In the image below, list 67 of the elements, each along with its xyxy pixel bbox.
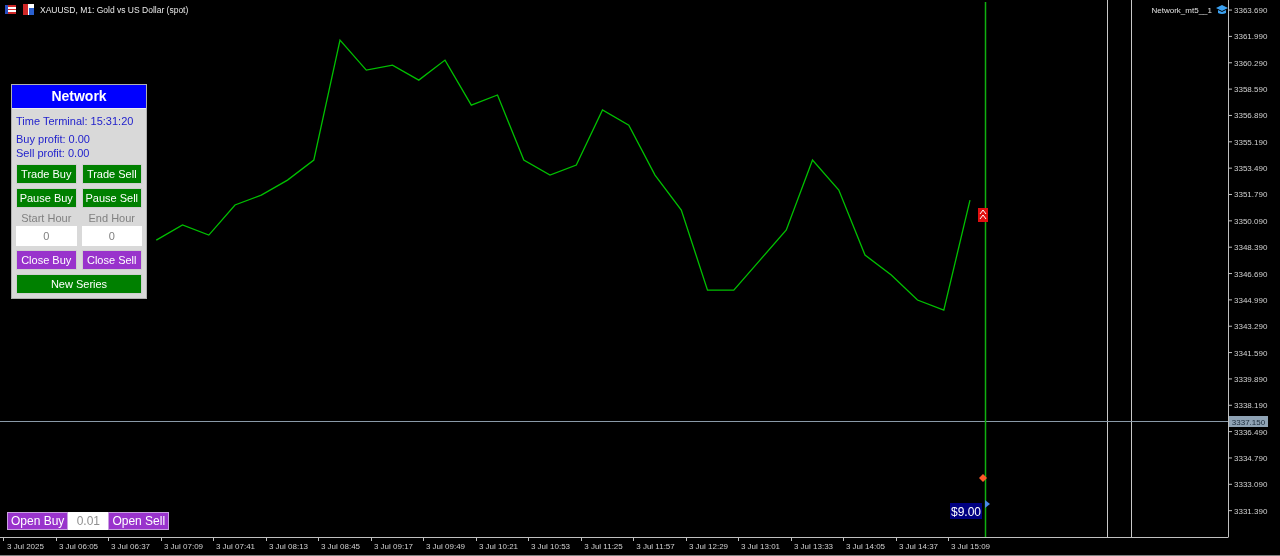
price-label: 3346.690 bbox=[1234, 269, 1268, 279]
panel-button[interactable]: Close Sell bbox=[81, 250, 142, 270]
price-label: 3353.490 bbox=[1234, 164, 1268, 174]
time-label: 3 Jul 07:41 bbox=[215, 542, 256, 551]
time-label: 3 Jul 13:33 bbox=[793, 542, 834, 551]
price-label: 3350.090 bbox=[1234, 216, 1268, 226]
time-label: 3 Jul 2025 bbox=[7, 542, 44, 551]
hour-field[interactable]: 0 bbox=[16, 226, 77, 246]
panel-button[interactable]: Trade Sell bbox=[81, 164, 142, 184]
field-label: Start Hour bbox=[21, 212, 72, 224]
price-label: 3361.990 bbox=[1234, 32, 1268, 42]
expert-name: Network_mt5__1 bbox=[1151, 6, 1212, 15]
field-label: End Hour bbox=[88, 212, 135, 224]
price-label: 3356.890 bbox=[1234, 111, 1268, 121]
time-label: 3 Jul 15:09 bbox=[950, 542, 991, 551]
time-label: 3 Jul 10:21 bbox=[478, 542, 519, 551]
price-label: 3341.590 bbox=[1234, 348, 1268, 358]
arrow-icon bbox=[985, 500, 990, 508]
time-label: 3 Jul 11:25 bbox=[584, 542, 623, 551]
time-label: 3 Jul 07:09 bbox=[163, 542, 204, 551]
time-label: 3 Jul 13:01 bbox=[740, 542, 781, 551]
table-icon bbox=[5, 5, 16, 14]
price-label: 3363.690 bbox=[1234, 6, 1268, 16]
price-label: 3358.590 bbox=[1234, 85, 1268, 95]
price-label: 3348.390 bbox=[1234, 243, 1268, 253]
arrow-icon bbox=[978, 208, 988, 222]
sell-profit: Sell profit: 0.00 bbox=[16, 146, 91, 160]
price-label: 3331.390 bbox=[1234, 506, 1268, 516]
lot-field[interactable]: 0.01 bbox=[68, 512, 109, 530]
price-label: 3343.290 bbox=[1234, 322, 1268, 332]
open-buy-button[interactable]: Open Buy bbox=[7, 512, 69, 530]
price-label: 3336.490 bbox=[1234, 427, 1268, 437]
price-label: 3360.290 bbox=[1234, 58, 1268, 68]
price-label: 3333.090 bbox=[1234, 480, 1268, 490]
panel-button[interactable]: Close Buy bbox=[16, 250, 77, 270]
time-label: 3 Jul 14:05 bbox=[845, 542, 886, 551]
price-label: 3334.790 bbox=[1234, 453, 1268, 463]
open-sell-button[interactable]: Open Sell bbox=[108, 512, 170, 530]
panel-button[interactable]: Pause Sell bbox=[81, 188, 142, 208]
time-label: 3 Jul 09:49 bbox=[425, 542, 466, 551]
buy-profit: Buy profit: 0.00 bbox=[16, 132, 91, 146]
time-label: 3 Jul 06:37 bbox=[110, 542, 151, 551]
window-title: XAUUSD, M1: Gold vs US Dollar (spot) bbox=[40, 5, 189, 15]
chart-icon bbox=[23, 4, 34, 15]
profit-label: $9.00 bbox=[950, 503, 982, 519]
time-label: 3 Jul 14:37 bbox=[898, 542, 939, 551]
time-label: 3 Jul 09:17 bbox=[373, 542, 414, 551]
panel-button[interactable]: New Series bbox=[16, 274, 142, 294]
price-label: 3344.990 bbox=[1234, 295, 1268, 305]
price-label: 3351.790 bbox=[1234, 190, 1268, 200]
terminal-time: Time Terminal: 15:31:20 bbox=[16, 114, 135, 128]
time-label: 3 Jul 11:57 bbox=[636, 542, 675, 551]
current-price-label: 3337.150 bbox=[1229, 416, 1268, 427]
time-label: 3 Jul 06:05 bbox=[58, 542, 99, 551]
time-label: 3 Jul 08:13 bbox=[268, 542, 309, 551]
price-label: 3338.190 bbox=[1234, 401, 1268, 411]
hour-field[interactable]: 0 bbox=[81, 226, 142, 246]
time-label: 3 Jul 12:29 bbox=[688, 542, 729, 551]
diamond-icon bbox=[979, 474, 987, 482]
price-label: 3339.890 bbox=[1234, 374, 1268, 384]
panel-button[interactable]: Pause Buy bbox=[16, 188, 77, 208]
time-label: 3 Jul 10:53 bbox=[530, 542, 571, 551]
price-label: 3355.190 bbox=[1234, 137, 1268, 147]
time-label: 3 Jul 08:45 bbox=[320, 542, 361, 551]
panel-title: Network bbox=[12, 85, 146, 109]
panel-button[interactable]: Trade Buy bbox=[16, 164, 77, 184]
graduation-cap-icon bbox=[1216, 5, 1228, 14]
